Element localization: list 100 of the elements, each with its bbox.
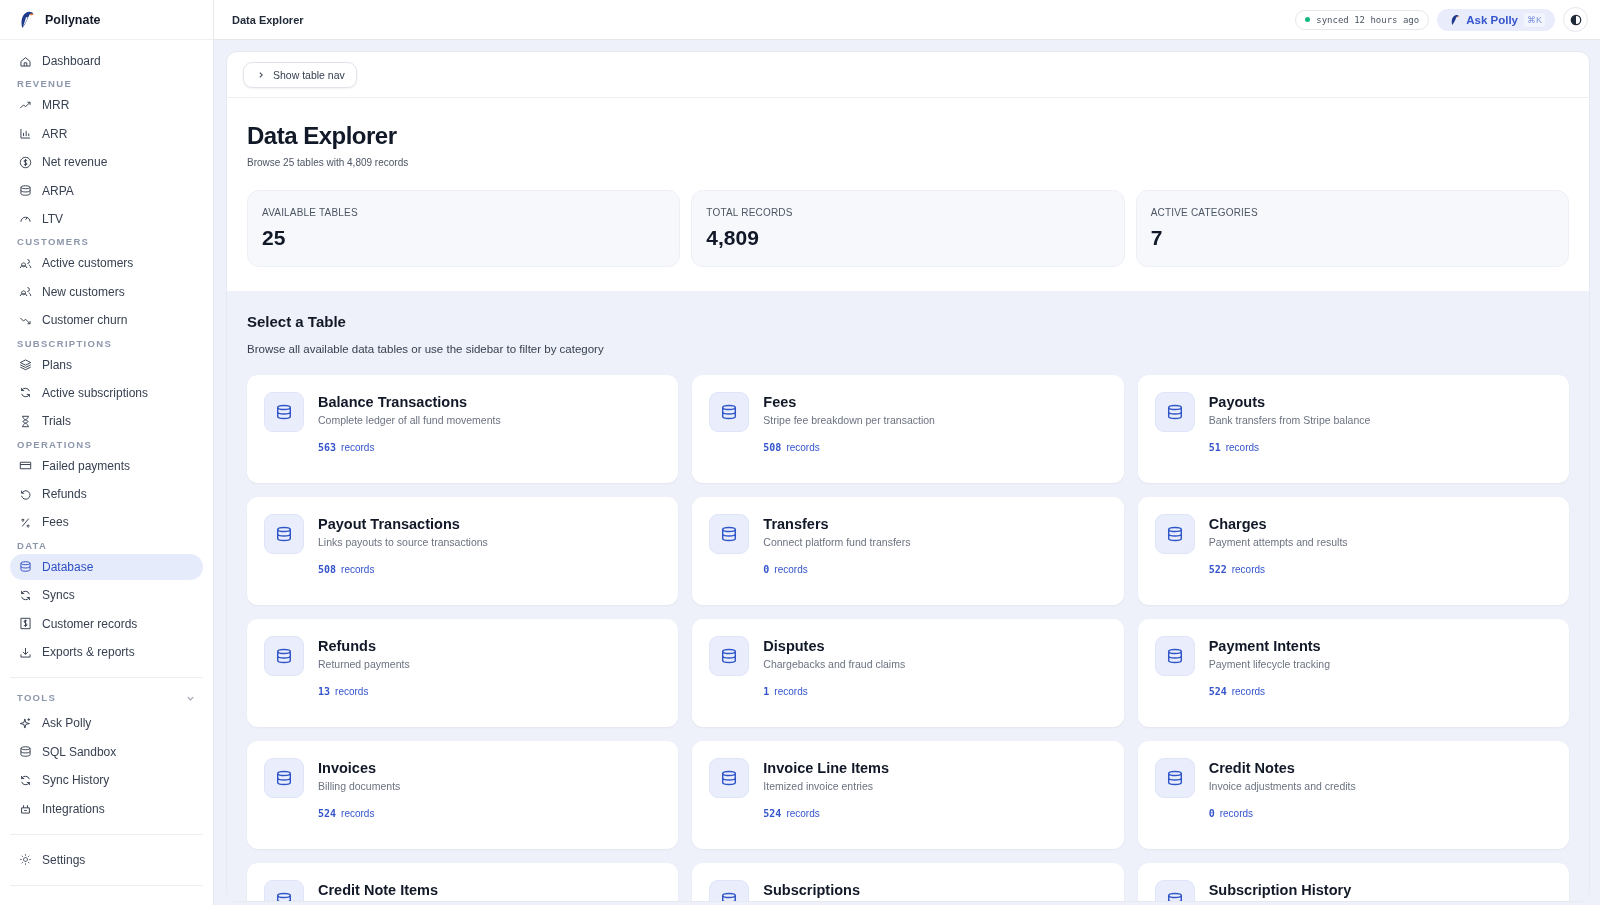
table-name: Charges bbox=[1208, 515, 1268, 533]
nav-section-heading: REVENUE bbox=[16, 77, 74, 92]
nav-item[interactable]: LTV bbox=[10, 205, 203, 232]
table-description: Invoice adjustments and credits bbox=[1208, 780, 1356, 792]
nav-item[interactable]: Customer churn bbox=[10, 307, 203, 334]
table-name: Disputes bbox=[763, 637, 826, 655]
refresh-icon bbox=[19, 386, 32, 400]
bar-chart-icon bbox=[19, 127, 32, 141]
nav-item[interactable]: Refunds bbox=[10, 481, 203, 508]
table-name: Subscriptions bbox=[763, 881, 860, 899]
table-card[interactable]: Credit Notes Invoice adjustments and credits 0 records bbox=[1137, 741, 1569, 849]
status-dot-icon bbox=[1305, 17, 1311, 22]
brand-name: Pollynate bbox=[45, 12, 101, 27]
table-description: Billing documents bbox=[318, 780, 401, 792]
table-card[interactable]: Refunds Returned payments 13 records bbox=[247, 619, 679, 727]
table-description: Bank transfers from Stripe balance bbox=[1208, 414, 1371, 426]
table-card[interactable]: Fees Stripe fee breakdown per transaction 508 records bbox=[692, 375, 1124, 483]
nav-item[interactable]: Sync History bbox=[10, 767, 203, 794]
record-count: 524 bbox=[1208, 686, 1227, 697]
table-card[interactable]: Subscriptions bbox=[692, 863, 1124, 901]
sparkle-icon bbox=[19, 716, 32, 730]
record-count: 51 bbox=[1208, 442, 1221, 453]
section-description: Browse all available data tables or use the sidebar to filter by category bbox=[247, 343, 605, 355]
download-icon bbox=[19, 645, 32, 659]
nav-item[interactable]: Trials bbox=[10, 408, 203, 435]
record-unit: records bbox=[341, 564, 375, 575]
users-icon bbox=[19, 256, 32, 270]
nav-section-heading: OPERATIONS bbox=[16, 437, 94, 452]
receipt-icon bbox=[19, 617, 32, 631]
table-card[interactable]: Transfers Connect platform fund transfers 0 records bbox=[692, 497, 1124, 605]
nav-item[interactable]: ARR bbox=[10, 120, 203, 147]
database-icon bbox=[709, 758, 750, 798]
record-unit: records bbox=[335, 686, 369, 697]
record-unit: records bbox=[1231, 564, 1266, 575]
database-icon bbox=[264, 514, 304, 554]
database-icon bbox=[264, 392, 304, 432]
table-name: Payment Intents bbox=[1208, 637, 1322, 655]
section-title: Select a Table bbox=[247, 313, 347, 330]
table-card[interactable]: Payouts Bank transfers from Stripe balance 51 records bbox=[1137, 375, 1569, 483]
nav-item[interactable]: Active customers bbox=[10, 250, 203, 277]
table-description: Stripe fee breakdown per transaction bbox=[763, 414, 935, 426]
table-description: Complete ledger of all fund movements bbox=[318, 414, 501, 426]
table-card[interactable]: Invoices Billing documents 524 records bbox=[247, 741, 679, 849]
nav-item[interactable]: Active subscriptions bbox=[10, 379, 203, 406]
database-icon bbox=[709, 392, 750, 432]
chevron-icon bbox=[257, 70, 265, 79]
nav-item[interactable]: SQL Sandbox bbox=[10, 738, 203, 765]
show-table-nav-button[interactable]: Show table nav bbox=[243, 61, 357, 88]
database-icon bbox=[19, 184, 32, 198]
table-name: Balance Transactions bbox=[318, 393, 469, 411]
nav-item[interactable]: Integrations bbox=[10, 795, 203, 822]
table-card[interactable]: Invoice Line Items Itemized invoice entries 524 records bbox=[692, 741, 1124, 849]
table-description: Itemized invoice entries bbox=[763, 780, 875, 792]
table-card[interactable]: Disputes Chargebacks and fraud claims 1 records bbox=[692, 619, 1124, 727]
nav-item[interactable]: ARPA bbox=[10, 177, 203, 204]
database-icon bbox=[264, 758, 304, 798]
record-unit: records bbox=[341, 442, 375, 453]
refresh-icon bbox=[19, 588, 32, 602]
nav-item[interactable]: New customers bbox=[10, 278, 203, 305]
nav-item[interactable]: Customer records bbox=[10, 610, 203, 637]
nav-item[interactable]: Dashboard bbox=[10, 48, 203, 74]
nav-item[interactable]: MRR bbox=[10, 92, 203, 119]
page-title: Data Explorer bbox=[247, 122, 398, 150]
stat-value: 7 bbox=[1150, 226, 1164, 250]
nav-item[interactable]: Ask Polly bbox=[10, 710, 203, 737]
table-card[interactable]: Credit Note Items bbox=[247, 863, 679, 901]
table-description: Links payouts to source transactions bbox=[318, 536, 488, 548]
database-icon bbox=[709, 636, 750, 676]
bird-icon bbox=[1449, 13, 1461, 26]
table-card[interactable]: Payment Intents Payment lifecycle tracking 524 records bbox=[1137, 619, 1569, 727]
stat-label: TOTAL RECORDS bbox=[706, 207, 794, 218]
table-name: Subscription History bbox=[1208, 881, 1352, 899]
nav-item[interactable]: Syncs bbox=[10, 582, 203, 609]
nav-item[interactable]: Database bbox=[10, 553, 203, 580]
record-unit: records bbox=[774, 686, 808, 697]
record-unit: records bbox=[1219, 808, 1254, 819]
nav-item[interactable]: Exports & reports bbox=[10, 639, 203, 666]
database-icon bbox=[1154, 514, 1195, 554]
nav-item[interactable]: Settings bbox=[10, 847, 203, 873]
table-name: Transfers bbox=[763, 515, 830, 533]
record-unit: records bbox=[786, 442, 820, 453]
nav-item[interactable]: Fees bbox=[10, 509, 203, 536]
nav-item[interactable]: Net revenue bbox=[10, 149, 203, 176]
table-description: Payment lifecycle tracking bbox=[1208, 658, 1331, 670]
database-icon bbox=[264, 636, 304, 676]
database-icon bbox=[19, 745, 32, 759]
record-count: 1 bbox=[763, 686, 770, 697]
nav-item[interactable]: Failed payments bbox=[10, 452, 203, 479]
theme-toggle-button[interactable] bbox=[1563, 7, 1588, 32]
record-unit: records bbox=[1231, 686, 1266, 697]
table-card[interactable]: Charges Payment attempts and results 522 records bbox=[1137, 497, 1569, 605]
contrast-icon bbox=[1569, 13, 1582, 26]
ask-polly-button[interactable]: Ask Polly ⌘K bbox=[1437, 8, 1555, 31]
page-subtitle: Browse 25 tables with 4,809 records bbox=[247, 157, 410, 168]
nav-item[interactable]: Plans bbox=[10, 351, 203, 378]
table-card[interactable]: Subscription History bbox=[1137, 863, 1569, 901]
table-card[interactable]: Balance Transactions Complete ledger of all fund movements 563 records bbox=[247, 375, 679, 483]
table-card[interactable]: Payout Transactions Links payouts to source transactions 508 records bbox=[247, 497, 679, 605]
table-description: Returned payments bbox=[318, 658, 410, 670]
shortcut-key: ⌘K bbox=[1524, 12, 1545, 27]
